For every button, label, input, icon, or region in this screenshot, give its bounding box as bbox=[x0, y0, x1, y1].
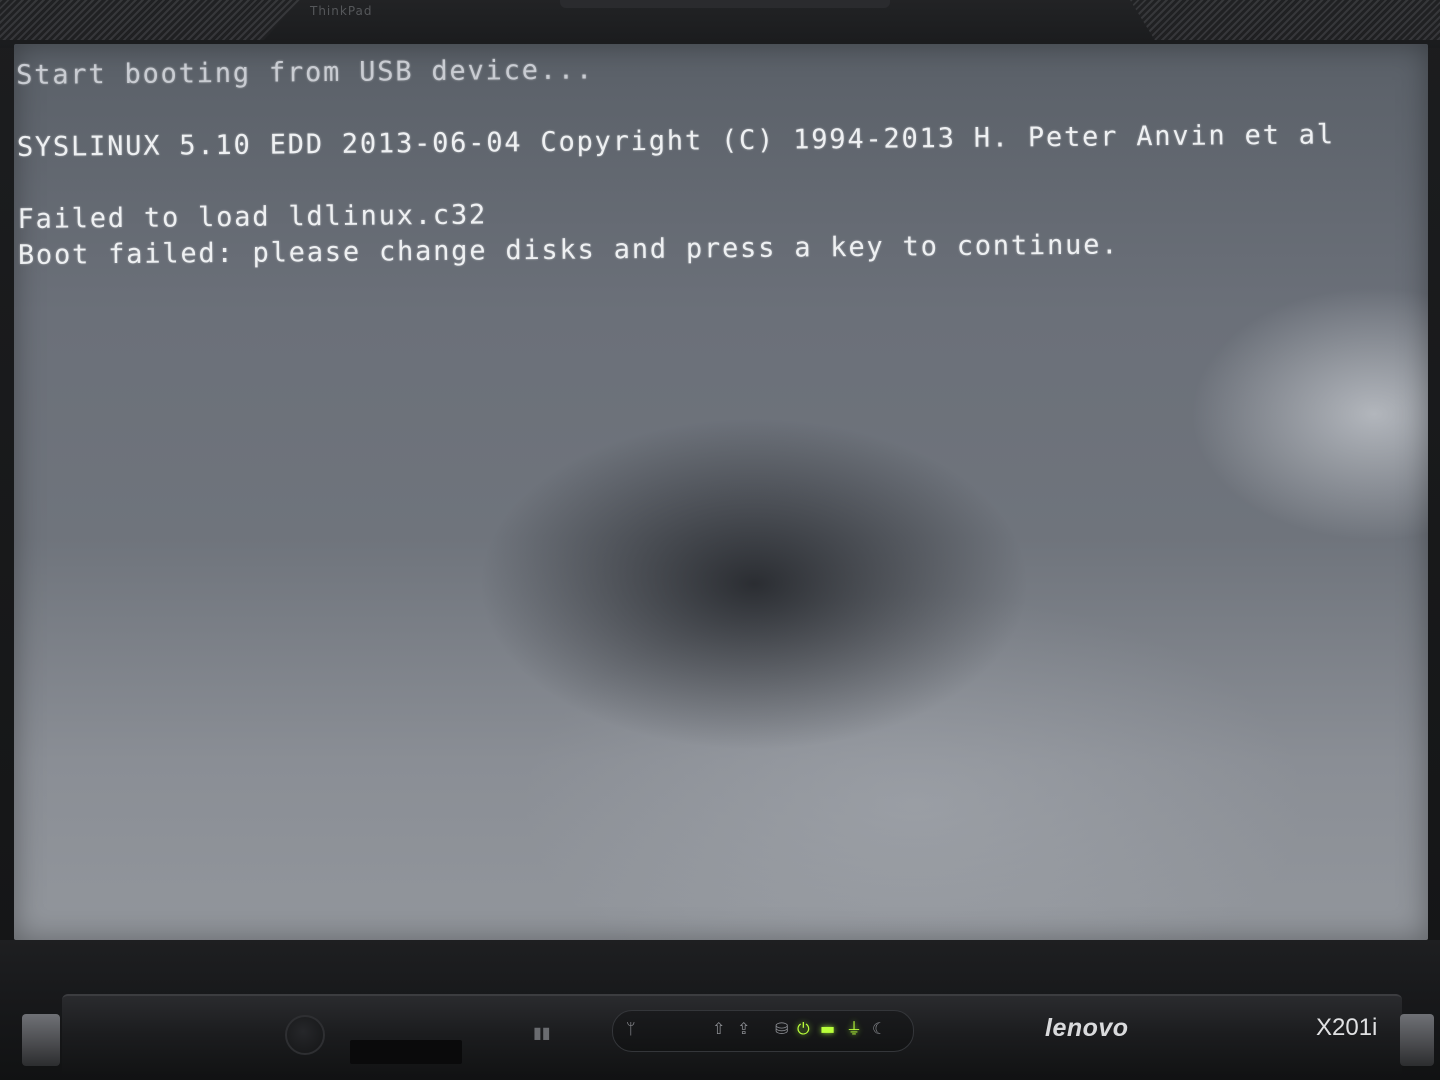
right-vent bbox=[1130, 0, 1440, 40]
wireless-icon: ᛘ bbox=[626, 1019, 636, 1038]
bezel-label: ThinkPad bbox=[310, 4, 373, 18]
webcam-notch bbox=[560, 0, 890, 8]
battery-icon: ▬ bbox=[820, 1019, 836, 1038]
caps-lock-icon: ⇧ bbox=[712, 1019, 726, 1038]
right-hinge-cap bbox=[1400, 1014, 1434, 1066]
terminal-output: Start booting from USB device... SYSLINU… bbox=[16, 45, 1418, 274]
disk-access-icon: ⛁ bbox=[775, 1019, 789, 1038]
ac-power-icon: ⏚ bbox=[846, 1019, 863, 1038]
boot-screen[interactable]: Start booting from USB device... SYSLINU… bbox=[14, 44, 1428, 940]
model-label: X201i bbox=[1316, 1014, 1378, 1041]
display-latch[interactable] bbox=[350, 1040, 462, 1064]
microphone-icon: ▮▮ bbox=[533, 1023, 551, 1042]
sleep-icon: ☾ bbox=[872, 1019, 887, 1038]
power-button[interactable] bbox=[285, 1015, 325, 1055]
power-on-icon: ⏻ bbox=[797, 1019, 810, 1038]
left-hinge-cap bbox=[22, 1014, 60, 1066]
laptop-photo: ThinkPad Start booting from USB device..… bbox=[0, 0, 1440, 1080]
status-indicator-panel bbox=[612, 1010, 914, 1052]
top-bezel: ThinkPad bbox=[0, 0, 1440, 48]
left-vent bbox=[0, 0, 300, 40]
brand-logo: lenovo bbox=[1045, 1014, 1129, 1042]
num-lock-icon: ⇪ bbox=[737, 1019, 751, 1038]
